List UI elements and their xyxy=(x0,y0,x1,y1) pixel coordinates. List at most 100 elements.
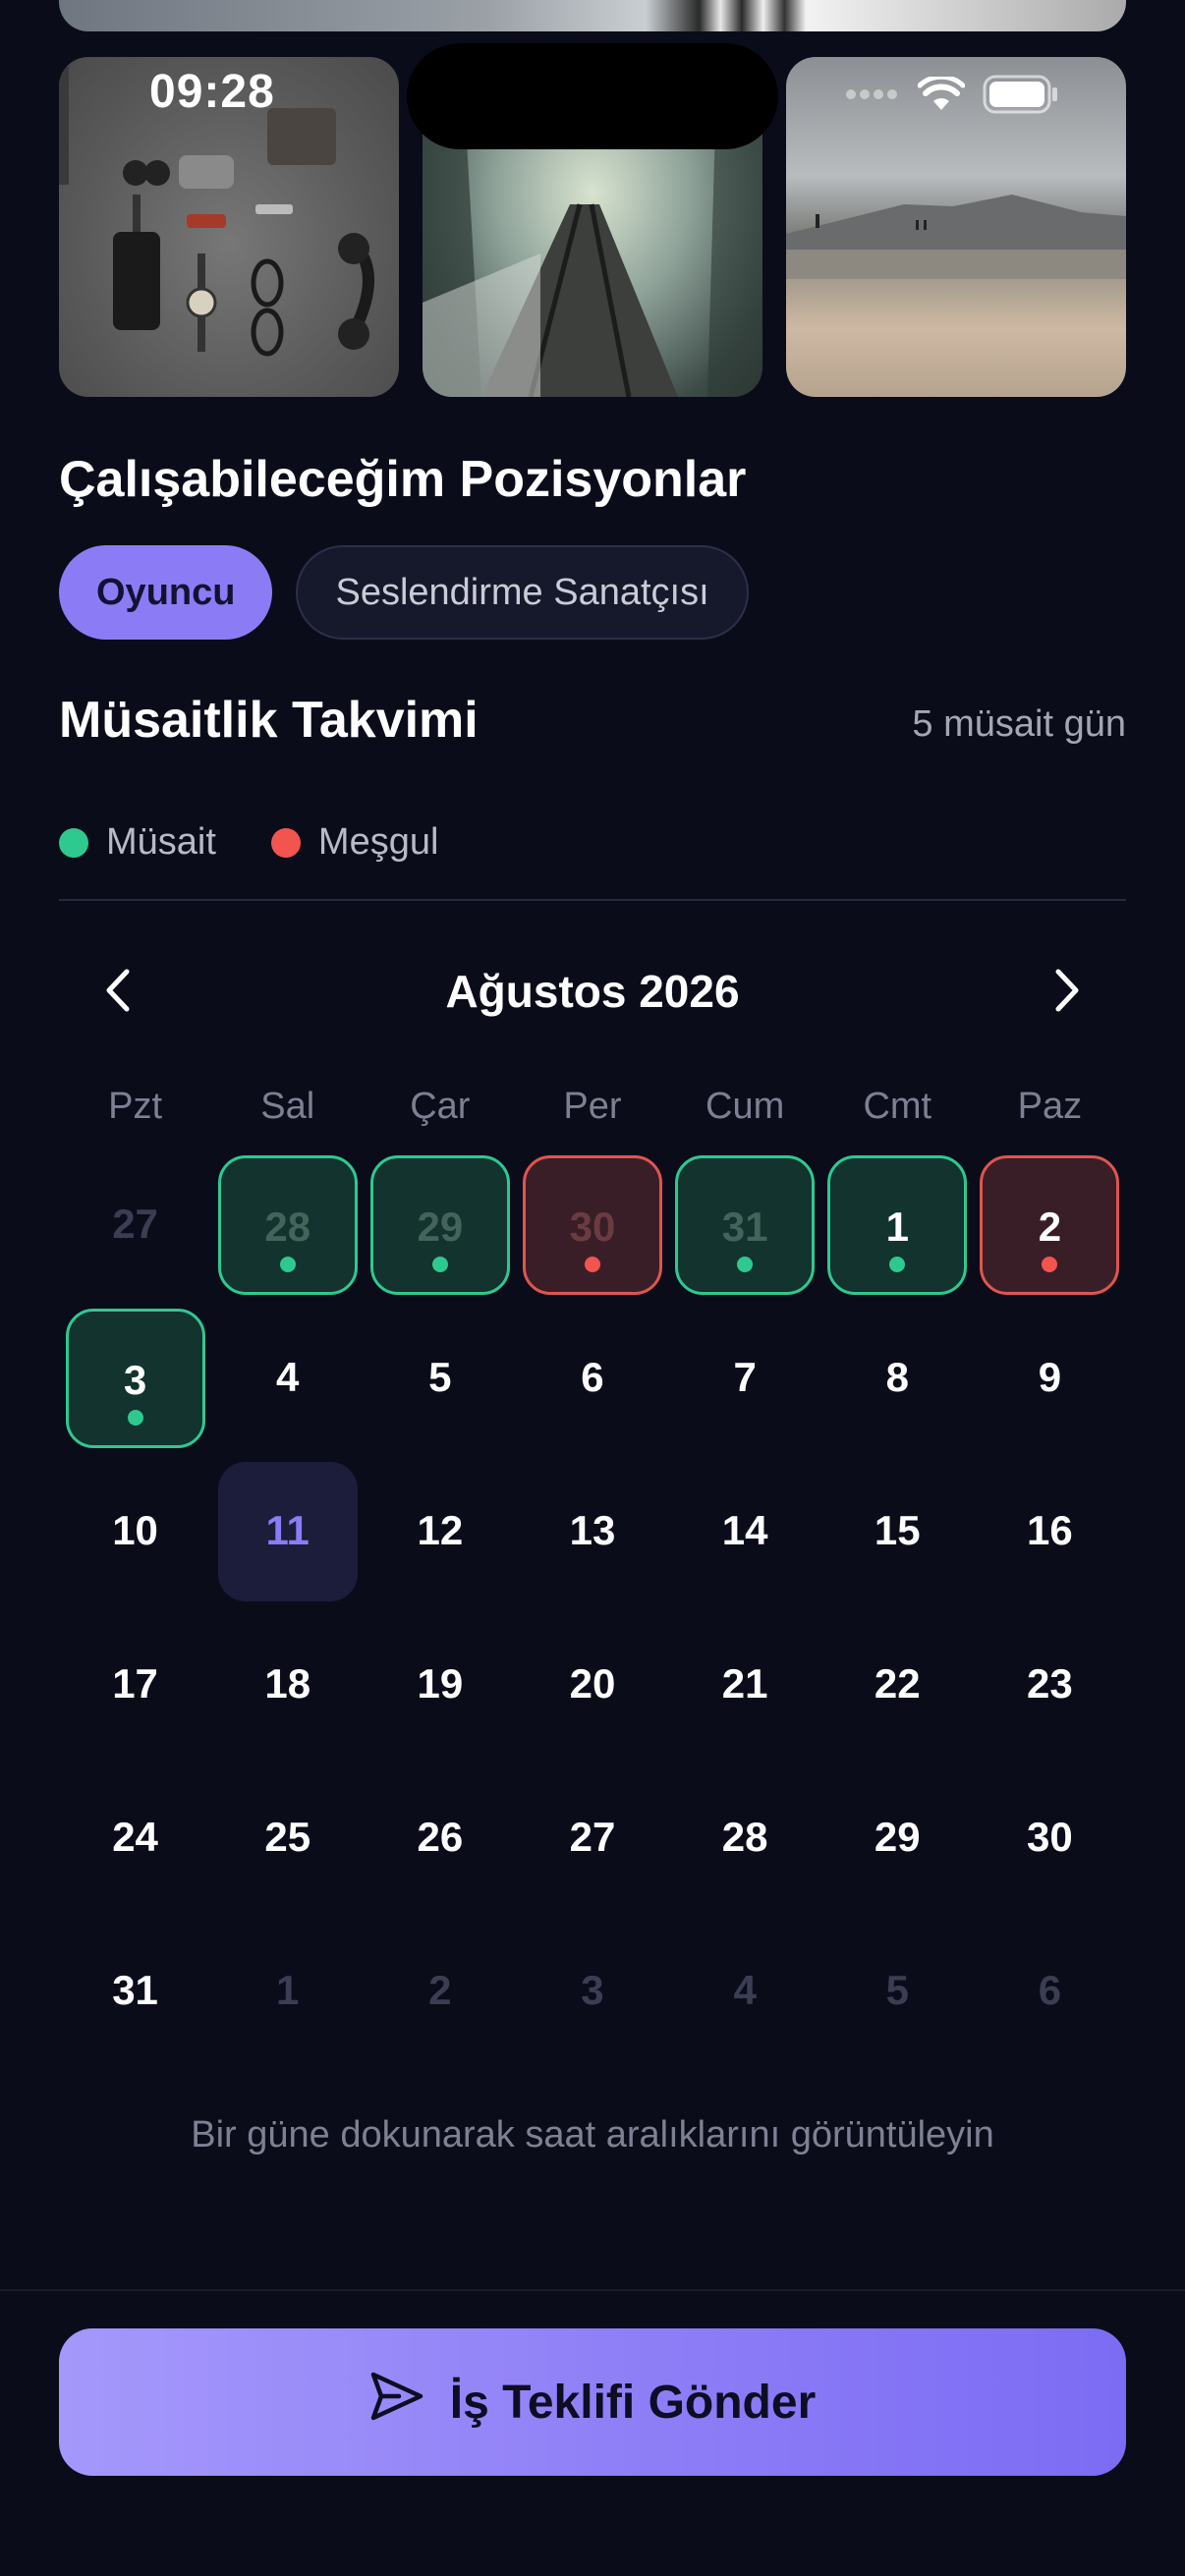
day-cell: 22 xyxy=(821,1615,974,1768)
calendar-day[interactable]: 1 xyxy=(827,1155,968,1295)
weekday-label: Per xyxy=(563,1086,622,1127)
day-cell: 4 xyxy=(669,1922,821,2075)
calendar-day[interactable]: 30 xyxy=(522,1155,662,1295)
next-month-button[interactable] xyxy=(1028,953,1106,1032)
day-number: 27 xyxy=(112,1201,158,1247)
calendar-day[interactable]: 19 xyxy=(370,1615,510,1755)
calendar-day[interactable]: 16 xyxy=(980,1462,1119,1601)
chevron-right-icon xyxy=(1052,968,1082,1018)
calendar-day[interactable]: 23 xyxy=(980,1615,1119,1755)
available-dot-icon xyxy=(59,827,88,858)
day-cell: 25 xyxy=(211,1768,364,1922)
day-number: 25 xyxy=(264,1814,311,1860)
day-cell: 1 xyxy=(821,1155,974,1309)
day-cell: 12 xyxy=(364,1462,516,1615)
day-number: 4 xyxy=(276,1354,300,1400)
calendar-day[interactable]: 2 xyxy=(980,1155,1120,1295)
day-cell: 6 xyxy=(974,1922,1126,2075)
divider xyxy=(59,899,1126,901)
chip-seslendirme-sanatcisi[interactable]: Seslendirme Sanatçısı xyxy=(296,545,749,640)
day-cell: 30 xyxy=(516,1155,668,1309)
day-cell: 30 xyxy=(974,1768,1126,1922)
calendar-day[interactable]: 17 xyxy=(66,1615,205,1755)
calendar-day[interactable]: 12 xyxy=(370,1462,510,1601)
weekday-label: Cmt xyxy=(863,1086,932,1127)
calendar-day[interactable]: 29 xyxy=(827,1768,967,1908)
calendar-day[interactable]: 14 xyxy=(675,1462,815,1601)
day-number: 11 xyxy=(265,1507,310,1553)
calendar-day[interactable]: 28 xyxy=(217,1155,358,1295)
day-number: 30 xyxy=(1027,1814,1073,1860)
calendar-day[interactable]: 2 xyxy=(370,1922,510,2061)
calendar-day[interactable]: 21 xyxy=(675,1615,815,1755)
calendar-day[interactable]: 27 xyxy=(523,1768,662,1908)
day-number: 28 xyxy=(721,1814,768,1860)
signal-icon xyxy=(845,87,900,106)
cropped-photo[interactable] xyxy=(59,0,1126,31)
calendar-day[interactable]: 31 xyxy=(66,1922,205,2061)
day-number: 3 xyxy=(581,1967,604,2013)
calendar-day[interactable]: 29 xyxy=(369,1155,510,1295)
month-navigation: Ağustos 2026 xyxy=(59,953,1126,1032)
day-cell: 13 xyxy=(516,1462,668,1615)
calendar-day[interactable]: 3 xyxy=(65,1309,205,1448)
calendar-day[interactable]: 15 xyxy=(827,1462,967,1601)
calendar-day[interactable]: 27 xyxy=(66,1155,205,1295)
day-number: 5 xyxy=(428,1354,452,1400)
day-number: 3 xyxy=(123,1357,147,1403)
calendar-day[interactable]: 25 xyxy=(218,1768,358,1908)
day-cell: 23 xyxy=(974,1615,1126,1768)
status-time: 09:28 xyxy=(149,66,275,118)
calendar-day[interactable]: 9 xyxy=(980,1309,1119,1448)
available-count: 5 müsait gün xyxy=(912,703,1126,745)
day-number: 14 xyxy=(721,1507,768,1553)
day-number: 8 xyxy=(885,1354,909,1400)
day-cell: 10 xyxy=(59,1462,211,1615)
calendar-day[interactable]: 30 xyxy=(980,1768,1119,1908)
day-number: 28 xyxy=(264,1204,311,1250)
day-number: 6 xyxy=(581,1354,604,1400)
chip-oyuncu[interactable]: Oyuncu xyxy=(59,545,273,640)
day-number: 2 xyxy=(1038,1204,1062,1250)
month-label: Ağustos 2026 xyxy=(445,966,740,1017)
weekday-label: Sal xyxy=(260,1086,315,1127)
calendar-day[interactable]: 4 xyxy=(675,1922,815,2061)
positions-chips: Oyuncu Seslendirme Sanatçısı xyxy=(59,545,749,640)
calendar-day[interactable]: 6 xyxy=(523,1309,662,1448)
day-number: 10 xyxy=(112,1507,158,1553)
day-number: 12 xyxy=(417,1507,464,1553)
calendar-day[interactable]: 18 xyxy=(218,1615,358,1755)
calendar-day-today[interactable]: 11 xyxy=(217,1462,358,1601)
day-number: 29 xyxy=(874,1814,921,1860)
legend-available-label: Müsait xyxy=(106,821,216,863)
day-cell: 9 xyxy=(974,1309,1126,1462)
calendar-day[interactable]: 7 xyxy=(675,1309,815,1448)
calendar-day[interactable]: 5 xyxy=(370,1309,510,1448)
day-number: 19 xyxy=(417,1660,464,1707)
send-job-offer-button[interactable]: İş Teklifi Gönder xyxy=(59,2328,1126,2476)
day-cell: 18 xyxy=(211,1615,364,1768)
send-job-offer-label: İş Teklifi Gönder xyxy=(449,2376,817,2429)
day-number: 6 xyxy=(1038,1967,1062,2013)
day-cell: 7 xyxy=(669,1309,821,1462)
calendar-day[interactable]: 6 xyxy=(980,1922,1119,2061)
day-cell: 5 xyxy=(364,1309,516,1462)
calendar-day[interactable]: 31 xyxy=(675,1155,816,1295)
calendar-day[interactable]: 1 xyxy=(218,1922,358,2061)
day-number: 17 xyxy=(112,1660,158,1707)
day-number: 4 xyxy=(733,1967,757,2013)
calendar-day[interactable]: 22 xyxy=(827,1615,967,1755)
calendar-day[interactable]: 8 xyxy=(827,1309,967,1448)
day-number: 24 xyxy=(112,1814,158,1860)
available-marker-icon xyxy=(431,1257,448,1272)
calendar-day[interactable]: 20 xyxy=(523,1615,662,1755)
calendar-day[interactable]: 3 xyxy=(523,1922,662,2061)
calendar-day[interactable]: 5 xyxy=(827,1922,967,2061)
calendar-day[interactable]: 28 xyxy=(675,1768,815,1908)
calendar-day[interactable]: 4 xyxy=(218,1309,358,1448)
calendar-day[interactable]: 24 xyxy=(66,1768,205,1908)
calendar-day[interactable]: 10 xyxy=(66,1462,205,1601)
calendar-day[interactable]: 26 xyxy=(370,1768,510,1908)
available-marker-icon xyxy=(279,1257,296,1272)
calendar-day[interactable]: 13 xyxy=(523,1462,662,1601)
